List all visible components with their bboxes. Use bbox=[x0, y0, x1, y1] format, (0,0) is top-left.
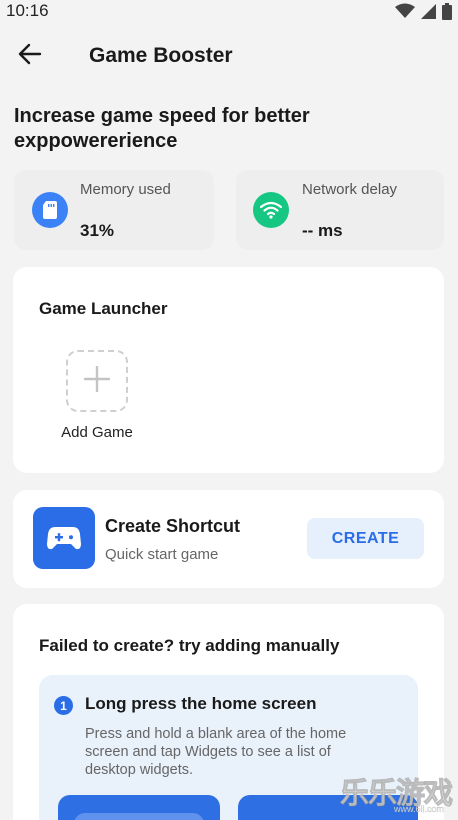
create-shortcut-card: Create Shortcut Quick start game CREATE bbox=[13, 490, 444, 588]
add-game-tile[interactable] bbox=[66, 350, 128, 412]
create-button[interactable]: CREATE bbox=[307, 518, 424, 559]
network-wifi-icon bbox=[253, 192, 289, 228]
wifi-icon bbox=[395, 3, 415, 19]
memory-label: Memory used bbox=[80, 181, 171, 198]
gamepad-icon bbox=[33, 507, 95, 569]
plus-icon bbox=[83, 365, 111, 397]
arrow-left-icon bbox=[18, 43, 42, 70]
sd-card-icon bbox=[32, 192, 68, 228]
network-stat-card: Network delay -- ms bbox=[236, 170, 444, 250]
network-value: -- ms bbox=[302, 221, 343, 240]
back-button[interactable] bbox=[14, 40, 46, 72]
home-screen-preview-image bbox=[58, 795, 220, 820]
memory-value: 31% bbox=[80, 221, 115, 240]
launcher-title: Game Launcher bbox=[39, 299, 168, 318]
signal-icon bbox=[421, 3, 436, 19]
status-icons bbox=[395, 2, 452, 20]
watermark-url: www.6ll.com bbox=[393, 804, 444, 814]
shortcut-subtitle: Quick start game bbox=[105, 546, 219, 563]
page-title: Game Booster bbox=[89, 44, 233, 67]
battery-icon bbox=[442, 2, 452, 20]
app-bar: Game Booster bbox=[0, 36, 458, 76]
game-launcher-card: Game Launcher Add Game bbox=[13, 267, 444, 473]
status-time: 10:16 bbox=[6, 1, 49, 20]
add-game-label: Add Game bbox=[61, 424, 133, 441]
watermark-logo: 乐乐游戏 bbox=[340, 776, 454, 811]
network-label: Network delay bbox=[302, 181, 398, 198]
headline: Increase game speed for better exppowere… bbox=[14, 105, 310, 152]
search-bar-graphic bbox=[74, 813, 204, 820]
status-bar: 10:16 bbox=[0, 0, 458, 22]
memory-stat-card: Memory used 31% bbox=[14, 170, 214, 250]
step-number-badge: 1 bbox=[54, 696, 73, 715]
step-title: Long press the home screen bbox=[85, 694, 317, 713]
add-game-button[interactable]: Add Game bbox=[58, 350, 136, 442]
shortcut-title: Create Shortcut bbox=[105, 516, 241, 536]
manual-title: Failed to create? try adding manually bbox=[39, 636, 340, 655]
